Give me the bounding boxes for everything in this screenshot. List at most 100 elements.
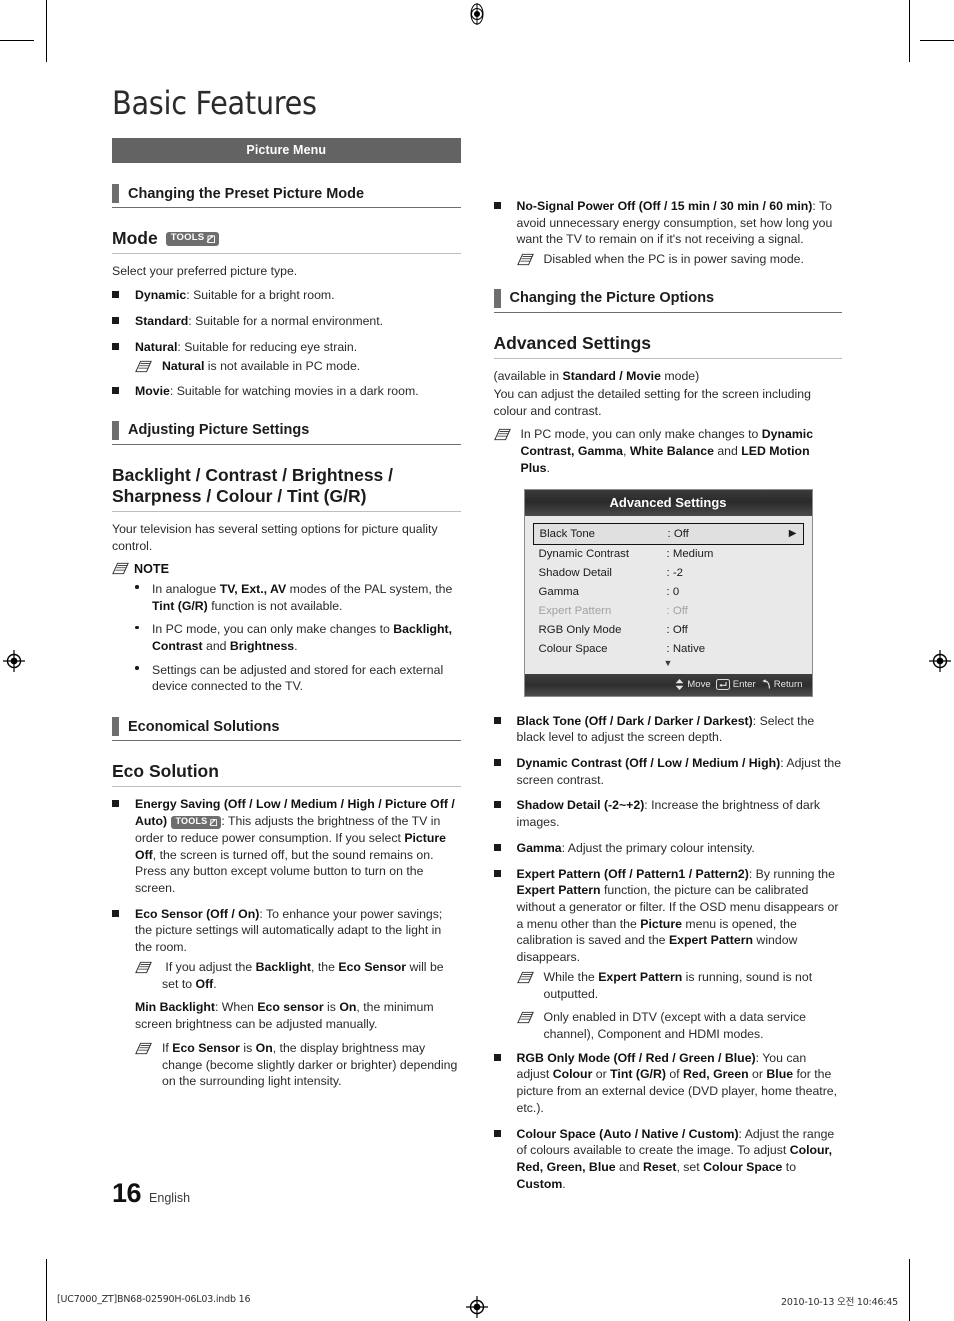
- osd-row-shadow-detail[interactable]: Shadow Detail : -2: [533, 564, 804, 583]
- osd-row-dynamic-contrast[interactable]: Dynamic Contrast : Medium: [533, 545, 804, 564]
- heading-bar-icon: [112, 717, 119, 737]
- osd-title: Advanced Settings: [524, 489, 812, 516]
- list-item-text: Eco Sensor (Off / On): To enhance your p…: [135, 906, 461, 956]
- list-item-text: Dynamic Contrast (Off / Low / Medium / H…: [517, 755, 843, 788]
- term: Min Backlight: [135, 1000, 215, 1015]
- osd-hint-enter: Enter: [715, 678, 756, 690]
- osd-hint-move-label: Move: [687, 678, 711, 690]
- right-column: No-Signal Power Off (Off / 15 min / 30 m…: [493, 138, 843, 1202]
- min-backlight-paragraph: Min Backlight: When Eco sensor is On, th…: [135, 1000, 434, 1032]
- square-bullet-icon: [493, 755, 517, 788]
- advanced-body: You can adjust the detailed setting for …: [493, 386, 811, 418]
- osd-row-black-tone[interactable]: Black Tone : Off ▶: [532, 522, 804, 545]
- osd-row-value: : Native: [666, 643, 706, 656]
- description: : Adjust the primary colour intensity.: [561, 840, 755, 855]
- subheading-eco-solution: Eco Solution: [112, 761, 461, 788]
- advanced-settings-osd-menu[interactable]: Advanced Settings Black Tone : Off ▶ Dyn…: [523, 488, 813, 697]
- square-bullet-icon: [493, 866, 517, 966]
- pencil-note-icon: [493, 426, 521, 476]
- square-bullet-icon: [493, 797, 517, 830]
- pencil-note-icon: [135, 959, 162, 992]
- term: Natural: [162, 359, 205, 374]
- page-content: Basic Features Picture Menu Changing the…: [112, 84, 842, 1202]
- list-item: Settings can be adjusted and stored for …: [135, 662, 461, 695]
- section-heading-label: Economical Solutions: [128, 718, 280, 735]
- osd-row-rgb-only-mode[interactable]: RGB Only Mode : Off: [533, 621, 804, 640]
- square-bullet-icon: [112, 339, 135, 356]
- square-bullet-icon: [112, 383, 135, 400]
- osd-footer-hints: Move Enter Return: [524, 673, 812, 696]
- term: Shadow Detail (-2~+2): [516, 798, 645, 813]
- enter-key-icon: [715, 678, 730, 690]
- pencil-note-icon: [516, 969, 544, 1002]
- tools-arrow-icon: [206, 234, 216, 243]
- note-text: Disabled when the PC is in power saving …: [543, 252, 804, 267]
- left-column: Picture Menu Changing the Preset Picture…: [112, 138, 461, 1097]
- list-item-text: Expert Pattern (Off / Pattern1 / Pattern…: [516, 866, 839, 965]
- list-item: Dynamic: Suitable for a bright room.: [112, 287, 461, 304]
- note-item: If you adjust the Backlight, the Eco Sen…: [135, 959, 461, 992]
- osd-hint-return-label: Return: [773, 678, 803, 690]
- note-text: Natural is not available in PC mode.: [162, 358, 461, 376]
- term: Expert Pattern (Off / Pattern1 / Pattern…: [516, 866, 749, 881]
- list-item-text: No-Signal Power Off (Off / 15 min / 30 m…: [517, 198, 843, 248]
- note-heading-label: NOTE: [134, 561, 169, 576]
- list-item-text: Black Tone (Off / Dark / Darker / Darkes…: [517, 713, 843, 746]
- subheading-backlight: Backlight / Contrast / Brightness / Shar…: [112, 465, 461, 513]
- osd-row-value: : 0: [666, 586, 680, 599]
- square-bullet-icon: [493, 713, 517, 746]
- osd-row-label: Expert Pattern: [538, 605, 612, 618]
- scroll-down-indicator-icon[interactable]: ▼: [533, 658, 804, 671]
- dot-bullet-icon: [135, 621, 152, 654]
- term: Movie: [135, 383, 170, 398]
- osd-row-label: Gamma: [538, 586, 580, 599]
- heading-bar-icon: [112, 420, 119, 440]
- osd-row-colour-space[interactable]: Colour Space : Native: [533, 640, 804, 659]
- subheading-mode-label: Mode: [112, 228, 158, 248]
- description: : Suitable for watching movies in a dark…: [169, 383, 419, 398]
- list-item: In analogue TV, Ext., AV modes of the PA…: [135, 581, 461, 614]
- chevron-right-icon: ▶: [788, 528, 797, 540]
- backlight-intro: Your television has several setting opti…: [112, 522, 438, 554]
- list-item-text: Movie: Suitable for watching movies in a…: [135, 383, 461, 400]
- picture-menu-band: Picture Menu: [112, 138, 461, 163]
- list-item: Dynamic Contrast (Off / Low / Medium / H…: [493, 755, 843, 788]
- square-bullet-icon: [493, 840, 517, 857]
- page-footer: 16 English: [112, 1178, 190, 1209]
- section-heading-preset-picture-mode: Changing the Preset Picture Mode: [112, 184, 461, 208]
- note-item: Natural is not available in PC mode.: [135, 358, 461, 376]
- suffix: mode): [660, 369, 700, 384]
- osd-hint-return: Return: [761, 679, 803, 690]
- square-bullet-icon: [493, 198, 517, 248]
- square-bullet-icon: [112, 287, 135, 304]
- list-item: Black Tone (Off / Dark / Darker / Darkes…: [493, 713, 843, 746]
- list-item: Energy Saving (Off / Low / Medium / High…: [112, 796, 461, 896]
- page-language: English: [149, 1191, 191, 1205]
- note-text: In PC mode, you can only make changes to…: [520, 427, 814, 475]
- list-item-text: Colour Space (Auto / Native / Custom): A…: [516, 1126, 835, 1191]
- term: Standard: [135, 313, 189, 328]
- tools-badge-label: TOOLS: [170, 232, 205, 244]
- square-bullet-icon: [112, 906, 135, 956]
- note-item: Disabled when the PC is in power saving …: [516, 251, 843, 269]
- list-item: Shadow Detail (-2~+2): Increase the brig…: [493, 797, 843, 830]
- two-column-layout: Picture Menu Changing the Preset Picture…: [112, 138, 842, 1202]
- note-heading: NOTE: [112, 562, 461, 576]
- list-item: Gamma: Adjust the primary colour intensi…: [493, 840, 843, 857]
- section-heading-label: Changing the Preset Picture Mode: [128, 185, 365, 202]
- square-bullet-icon: [493, 1050, 517, 1117]
- return-arrow-icon: [762, 678, 770, 689]
- osd-row-label: Shadow Detail: [538, 567, 612, 580]
- osd-row-gamma[interactable]: Gamma : 0: [533, 583, 804, 602]
- subheading-advanced-settings: Advanced Settings: [493, 333, 842, 360]
- list-item-text: Standard: Suitable for a normal environm…: [135, 313, 461, 330]
- pencil-note-icon: [516, 1009, 544, 1042]
- list-item-text: Settings can be adjusted and stored for …: [152, 662, 461, 695]
- pencil-note-icon: [516, 251, 544, 269]
- list-item-text: Natural: Suitable for reducing eye strai…: [135, 339, 461, 356]
- description: : Suitable for a bright room.: [186, 288, 335, 303]
- note-item: In PC mode, you can only make changes to…: [493, 426, 843, 476]
- list-item: Expert Pattern (Off / Pattern1 / Pattern…: [493, 866, 843, 966]
- heading-bar-icon: [112, 184, 119, 203]
- term: Dynamic: [135, 288, 187, 303]
